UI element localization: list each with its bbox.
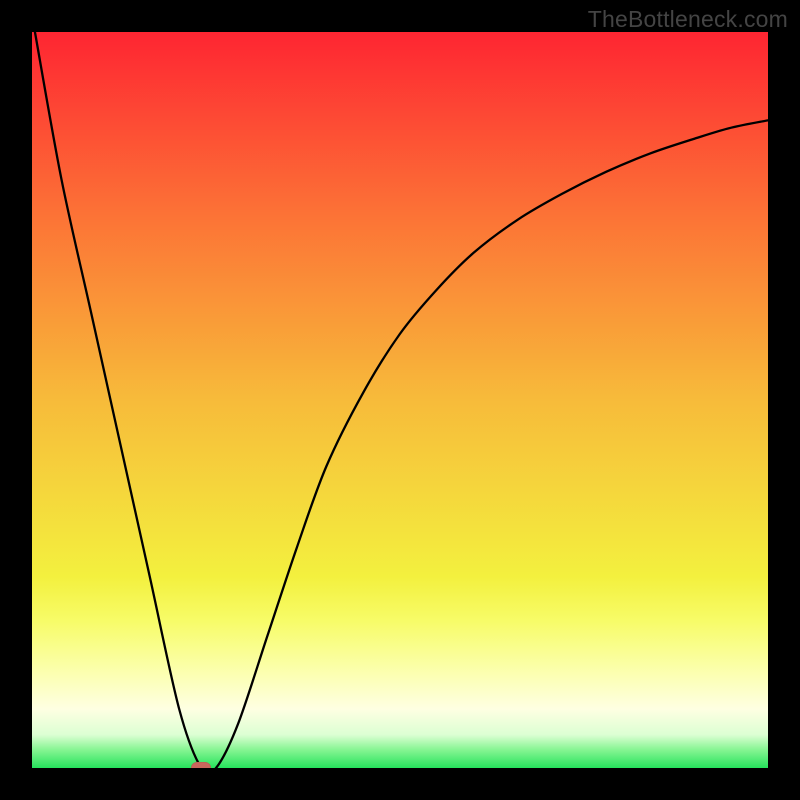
bottleneck-curve	[32, 32, 768, 768]
watermark-text: TheBottleneck.com	[588, 6, 788, 33]
optimal-point-marker	[191, 762, 211, 768]
chart-frame: TheBottleneck.com	[0, 0, 800, 800]
plot-area	[32, 32, 768, 768]
